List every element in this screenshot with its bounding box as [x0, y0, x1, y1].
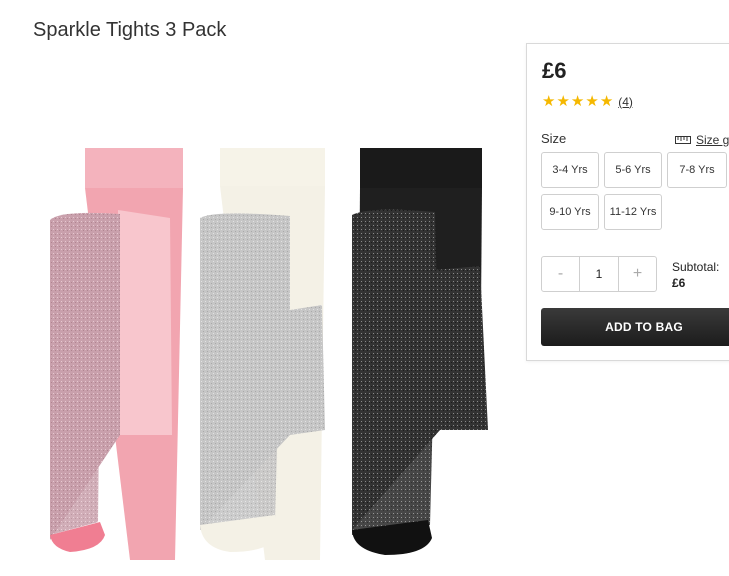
subtotal: Subtotal: £6 — [672, 260, 719, 290]
star-icon: ★ — [585, 93, 599, 110]
quantity-decrement-button[interactable]: - — [542, 257, 579, 291]
silver-tights — [200, 148, 325, 560]
product-title: Sparkle Tights 3 Pack — [33, 19, 227, 42]
purchase-panel: £6 ★ ★ ★ ★ ★ (4) Size Size g 3-4 Yrs 5-6… — [526, 43, 729, 361]
product-image[interactable] — [40, 140, 500, 570]
size-guide-link[interactable]: Size g — [675, 133, 729, 147]
quantity-increment-button[interactable]: + — [619, 257, 656, 291]
size-label: Size — [541, 131, 567, 146]
star-icon: ★ — [556, 93, 570, 110]
subtotal-label: Subtotal: — [672, 260, 720, 274]
size-option-5-6[interactable]: 5-6 Yrs — [604, 152, 662, 188]
subtotal-value: £6 — [672, 276, 686, 290]
star-icon: ★ — [599, 93, 614, 110]
size-option-11-12[interactable]: 11-12 Yrs — [604, 194, 662, 230]
star-icon: ★ — [570, 93, 585, 110]
review-count-link[interactable]: (4) — [618, 95, 633, 109]
size-option-3-4[interactable]: 3-4 Yrs — [541, 152, 599, 188]
quantity-value[interactable]: 1 — [579, 257, 619, 291]
size-option-7-8[interactable]: 7-8 Yrs — [667, 152, 727, 188]
quantity-stepper: - 1 + — [541, 256, 657, 292]
pink-tights — [50, 148, 183, 560]
size-guide-label: Size g — [696, 133, 729, 147]
ruler-icon — [675, 136, 691, 144]
rating[interactable]: ★ ★ ★ ★ ★ (4) — [542, 94, 633, 109]
product-price: £6 — [542, 58, 567, 83]
add-to-bag-button[interactable]: ADD TO BAG — [541, 308, 729, 346]
star-icon: ★ — [542, 93, 556, 110]
size-option-9-10[interactable]: 9-10 Yrs — [541, 194, 599, 230]
black-tights — [352, 148, 488, 555]
